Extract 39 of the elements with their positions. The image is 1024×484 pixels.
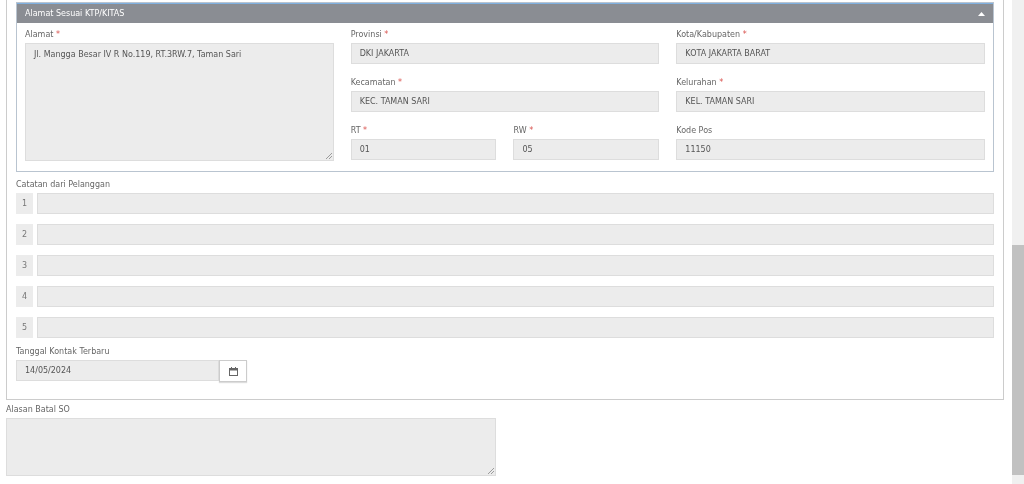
input-field[interactable]: KOTA JAKARTA BARAT [676, 43, 985, 64]
field-label: RT * [350, 125, 369, 136]
row-number: 3 [16, 255, 33, 276]
note-input[interactable] [37, 286, 994, 307]
resize-grip-icon[interactable] [488, 468, 494, 474]
panel-title: Alamat Sesuai KTP/KITAS [25, 9, 125, 18]
calendar-button[interactable] [219, 360, 247, 382]
input-field[interactable]: DKI JAKARTA [350, 43, 660, 64]
scrollbar-thumb[interactable] [1012, 245, 1024, 475]
field-label: Kota/Kabupaten * [676, 29, 748, 40]
date-input[interactable]: 14/05/2024 [16, 360, 219, 381]
address-textarea[interactable]: Jl. Mangga Besar IV R No.119, RT.3RW.7, Taman Sari [25, 43, 334, 161]
caret-up-icon[interactable] [978, 11, 985, 16]
row-number: 1 [16, 193, 33, 214]
input-field[interactable]: 11150 [676, 139, 985, 160]
field-label: Kecamatan * [350, 77, 404, 88]
input-field[interactable]: KEL. TAMAN SARI [676, 91, 985, 112]
field-label: RW * [513, 125, 535, 136]
field-label: Kode Pos [676, 125, 714, 136]
date-label: Tanggal Kontak Terbaru [16, 346, 111, 357]
cancel-reason-textarea[interactable] [6, 418, 496, 476]
field-label: Provinsi * [350, 29, 390, 40]
notes-label: Catatan dari Pelanggan [16, 179, 111, 190]
scrollbar[interactable] [1012, 0, 1024, 484]
note-input[interactable] [37, 317, 994, 338]
note-input[interactable] [37, 224, 994, 245]
row-number: 2 [16, 224, 33, 245]
cancel-reason-label: Alasan Batal SO [6, 404, 71, 415]
input-field[interactable]: KEC. TAMAN SARI [350, 91, 660, 112]
resize-grip-icon[interactable] [325, 153, 332, 159]
calendar-icon [228, 366, 238, 376]
input-field[interactable]: 05 [513, 139, 660, 160]
row-number: 4 [16, 286, 33, 307]
field-label: Kelurahan * [676, 77, 725, 88]
field-label: Alamat * [25, 29, 61, 40]
note-input[interactable] [37, 193, 994, 214]
input-field[interactable]: 01 [350, 139, 497, 160]
note-input[interactable] [37, 255, 994, 276]
row-number: 5 [16, 317, 33, 338]
